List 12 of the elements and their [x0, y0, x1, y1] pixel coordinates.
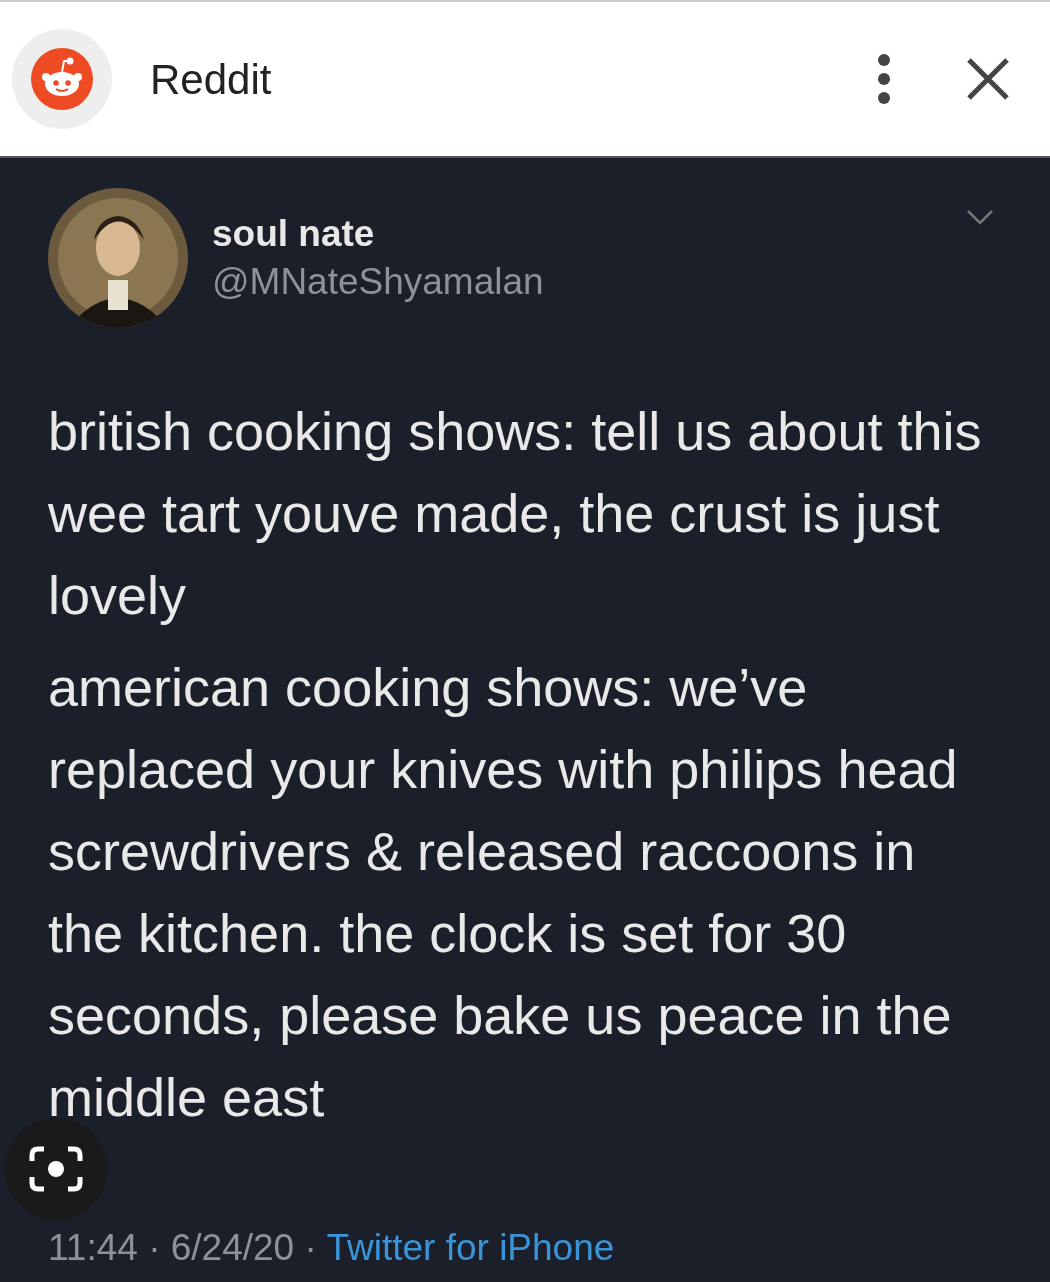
- separator: ·: [304, 1227, 317, 1268]
- reddit-logo-icon: [31, 48, 93, 110]
- separator: ·: [148, 1227, 161, 1268]
- close-button[interactable]: [966, 57, 1010, 101]
- author-handle: @MNateShyamalan: [212, 260, 545, 304]
- tweet-date: 6/24/20: [170, 1227, 295, 1268]
- author-name: soul nate: [212, 211, 376, 256]
- tweet-text: american cooking shows: we’ve replaced your knives with philips head screwdrivers & released raccoons in the kitchen. the clock is set for 30 seconds, please bake us peace in the middle east: [48, 656, 959, 1129]
- source-link[interactable]: Twitter for iPhone: [326, 1227, 615, 1268]
- camera-lens-icon: [28, 1145, 84, 1193]
- tweet-time: 11:44: [48, 1227, 138, 1268]
- page-title: Reddit: [150, 54, 272, 105]
